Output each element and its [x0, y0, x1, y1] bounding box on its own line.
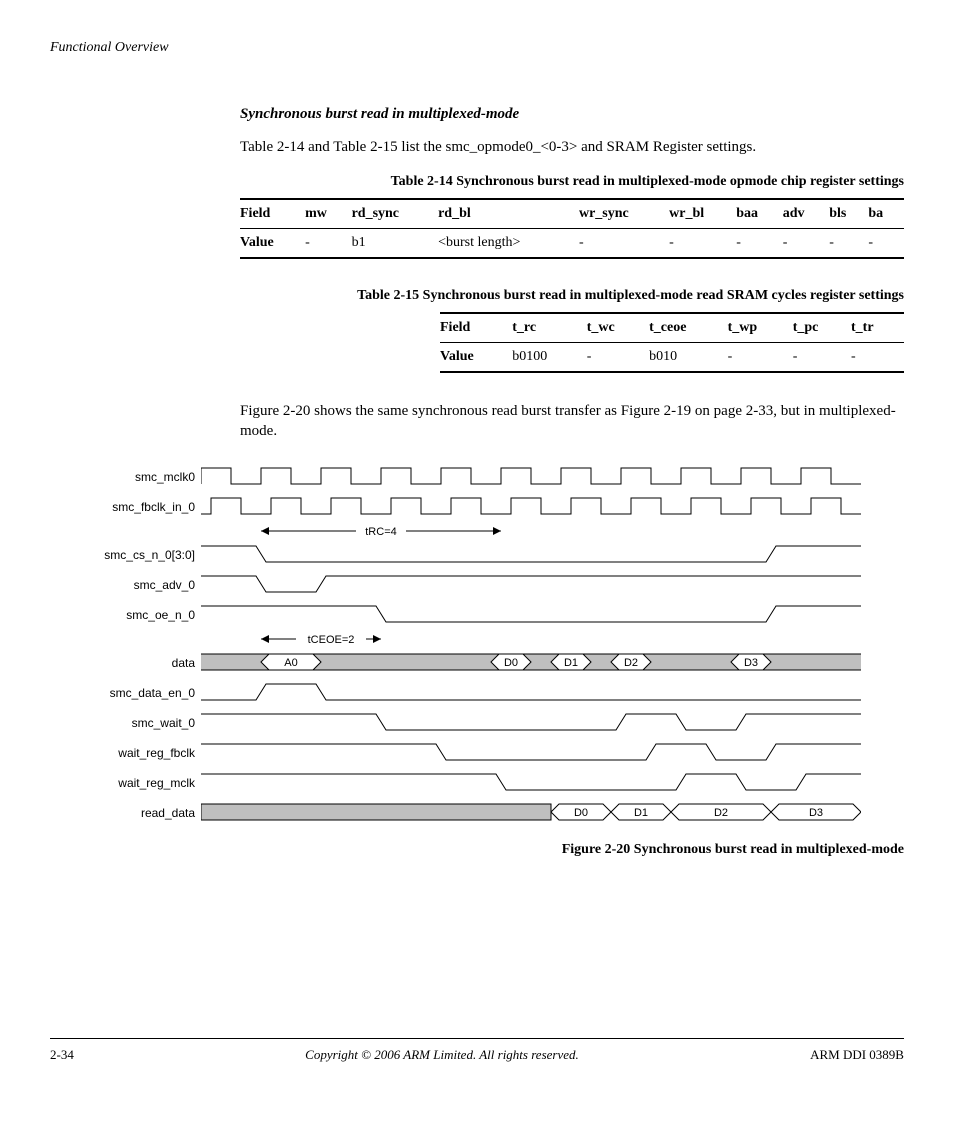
table-14-val: - — [736, 229, 782, 259]
table-14-col: rd_bl — [438, 199, 579, 229]
signal-label: read_data — [50, 806, 201, 820]
running-header: Functional Overview — [50, 40, 904, 56]
table-15-col: t_rc — [512, 313, 586, 343]
signal-label: smc_oe_n_0 — [50, 608, 201, 622]
clock-wave-icon — [201, 492, 861, 522]
signal-label: data — [50, 656, 201, 670]
signal-label: smc_cs_n_0[3:0] — [50, 548, 201, 562]
svg-text:tRC=4: tRC=4 — [365, 526, 397, 538]
svg-text:tCEOE=2: tCEOE=2 — [308, 634, 355, 646]
table-14-col: bls — [829, 199, 868, 229]
table-14-val: - — [783, 229, 829, 259]
table-14-col: ba — [868, 199, 904, 229]
footer-copyright: Copyright © 2006 ARM Limited. All rights… — [305, 1047, 579, 1063]
table-15-val: - — [587, 343, 649, 373]
table-15-col: t_pc — [793, 313, 851, 343]
table-15-val: - — [851, 343, 904, 373]
table-15-val: - — [793, 343, 851, 373]
table-14-col: mw — [305, 199, 351, 229]
signal-label: smc_fbclk_in_0 — [50, 500, 201, 514]
svg-text:D2: D2 — [624, 657, 638, 669]
table-15-col: t_tr — [851, 313, 904, 343]
annotation-tceoe: tCEOE=2 — [201, 630, 861, 648]
table-15-caption: Table 2-15 Synchronous burst read in mul… — [240, 287, 904, 306]
svg-text:D1: D1 — [634, 807, 648, 819]
intro-paragraph: Table 2-14 and Table 2-15 list the smc_o… — [240, 137, 904, 157]
table-14-val: - — [579, 229, 669, 259]
footer-doc-id: ARM DDI 0389B — [810, 1047, 904, 1063]
section-heading: Synchronous burst read in multiplexed-mo… — [240, 106, 904, 123]
table-14-val: <burst length> — [438, 229, 579, 259]
line-wave-icon — [201, 540, 861, 570]
table-14-caption: Table 2-14 Synchronous burst read in mul… — [240, 173, 904, 192]
line-wave-icon — [201, 768, 861, 798]
bus-wave-icon: D0 D1 D2 D3 — [201, 798, 861, 828]
table-15-col: t_ceoe — [649, 313, 728, 343]
svg-text:D2: D2 — [714, 807, 728, 819]
svg-text:A0: A0 — [284, 657, 297, 669]
table-15-val: b010 — [649, 343, 728, 373]
table-14-value-label: Value — [240, 229, 305, 259]
table-14-val: - — [305, 229, 351, 259]
table-14-val: - — [669, 229, 736, 259]
footer-page-number: 2-34 — [50, 1047, 74, 1063]
table-14-val: b1 — [352, 229, 439, 259]
timing-diagram: smc_mclk0 smc_fbclk_in_0 tRC=4 — [50, 462, 904, 828]
table-15-col: t_wp — [728, 313, 793, 343]
table-15-field-label: Field — [440, 313, 512, 343]
clock-wave-icon — [201, 462, 861, 492]
table-14-col: baa — [736, 199, 782, 229]
table-14-val: - — [868, 229, 904, 259]
line-wave-icon — [201, 678, 861, 708]
line-wave-icon — [201, 570, 861, 600]
figure-reference-paragraph: Figure 2-20 shows the same synchronous r… — [240, 401, 904, 442]
signal-label: smc_wait_0 — [50, 716, 201, 730]
svg-text:D0: D0 — [574, 807, 588, 819]
table-14-field-label: Field — [240, 199, 305, 229]
line-wave-icon — [201, 600, 861, 630]
table-15-val: b0100 — [512, 343, 586, 373]
signal-label: smc_mclk0 — [50, 470, 201, 484]
svg-text:D0: D0 — [504, 657, 518, 669]
svg-text:D1: D1 — [564, 657, 578, 669]
table-14-col: adv — [783, 199, 829, 229]
table-14-val: - — [829, 229, 868, 259]
svg-text:D3: D3 — [809, 807, 823, 819]
signal-label: smc_data_en_0 — [50, 686, 201, 700]
line-wave-icon — [201, 738, 861, 768]
signal-label: wait_reg_mclk — [50, 776, 201, 790]
signal-label: wait_reg_fbclk — [50, 746, 201, 760]
table-15-col: t_wc — [587, 313, 649, 343]
table-15: Field t_rc t_wc t_ceoe t_wp t_pc t_tr Va… — [440, 312, 904, 373]
bus-wave-icon: A0 D0 D1 D2 D3 — [201, 648, 861, 678]
svg-text:D3: D3 — [744, 657, 758, 669]
page-footer: 2-34 Copyright © 2006 ARM Limited. All r… — [50, 1038, 904, 1063]
table-15-value-label: Value — [440, 343, 512, 373]
table-14-col: wr_bl — [669, 199, 736, 229]
figure-20-caption: Figure 2-20 Synchronous burst read in mu… — [240, 842, 904, 858]
table-14-col: rd_sync — [352, 199, 439, 229]
table-14: Field mw rd_sync rd_bl wr_sync wr_bl baa… — [240, 198, 904, 259]
line-wave-icon — [201, 708, 861, 738]
signal-label: smc_adv_0 — [50, 578, 201, 592]
table-14-col: wr_sync — [579, 199, 669, 229]
annotation-trc: tRC=4 — [201, 522, 861, 540]
table-15-val: - — [728, 343, 793, 373]
